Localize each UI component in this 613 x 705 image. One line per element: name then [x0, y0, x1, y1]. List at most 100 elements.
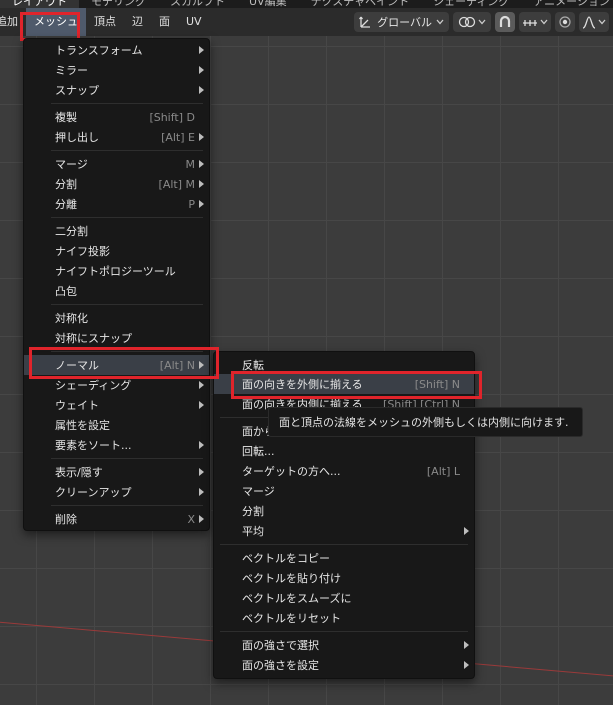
menu-item-copy-vector[interactable]: ベクトルをコピー — [214, 548, 474, 568]
menu-item-transform[interactable]: トランスフォーム — [24, 40, 209, 60]
menu-item-label: マージ — [55, 158, 88, 171]
submenu-arrow-icon — [199, 488, 204, 496]
menu-item-convex-hull[interactable]: 凸包 — [24, 281, 209, 301]
menu-item-label: 分割 — [55, 178, 77, 191]
chevron-down-icon — [540, 19, 548, 25]
menu-mesh[interactable]: メッシュ — [26, 8, 86, 36]
menu-item-symmetrize[interactable]: 対称化 — [24, 308, 209, 328]
menu-item-clean-up[interactable]: クリーンアップ — [24, 482, 209, 502]
tab-animation[interactable]: アニメーション — [521, 0, 613, 8]
menu-item-label: ナイフ投影 — [55, 245, 110, 258]
menu-item-rotate[interactable]: 回転... — [214, 441, 474, 461]
submenu-arrow-icon — [199, 200, 204, 208]
submenu-arrow-icon — [199, 381, 204, 389]
menu-item-reset-vector[interactable]: ベクトルをリセット — [214, 608, 474, 628]
menu-item-label: ベクトルを貼り付け — [242, 572, 341, 585]
menu-item-label: 属性を設定 — [55, 419, 110, 432]
menu-item-label: 分離 — [55, 198, 77, 211]
pivot-point-dropdown[interactable] — [453, 12, 491, 32]
menu-item-flip[interactable]: 反転 — [214, 355, 474, 375]
workspace-tabs: レイアウト モデリング スカルプト UV編集 テクスチャペイント シェーディング… — [0, 0, 613, 8]
proportional-editing-toggle[interactable] — [555, 12, 575, 32]
menu-item-label: 平均 — [242, 525, 264, 538]
menu-item-extrude[interactable]: 押し出し [Alt] E — [24, 127, 209, 147]
menu-item-separate[interactable]: 分離 P — [24, 194, 209, 214]
menu-item-delete[interactable]: 削除 X — [24, 509, 209, 529]
menu-item-shading[interactable]: シェーディング — [24, 375, 209, 395]
menu-item-knife-topology-tool[interactable]: ナイフトポロジーツール — [24, 261, 209, 281]
menu-add[interactable]: 追加 — [0, 8, 26, 36]
menu-item-normals-merge[interactable]: マージ — [214, 481, 474, 501]
tab-layout[interactable]: レイアウト — [0, 0, 79, 8]
tab-sculpt[interactable]: スカルプト — [158, 0, 237, 8]
menu-item-label: マージ — [242, 485, 275, 498]
menu-item-average[interactable]: 平均 — [214, 521, 474, 541]
submenu-arrow-icon — [199, 66, 204, 74]
menu-item-label: 複製 — [55, 111, 77, 124]
tab-shading[interactable]: シェーディング — [421, 0, 521, 8]
menu-item-shortcut: X — [187, 512, 195, 526]
menu-item-sort-elements[interactable]: 要素をソート... — [24, 435, 209, 455]
magnet-icon — [498, 15, 512, 29]
menu-separator — [51, 351, 203, 352]
menu-item-set-face-strength[interactable]: 面の強さを設定 — [214, 655, 474, 675]
tab-uv-editing[interactable]: UV編集 — [237, 0, 299, 8]
menu-item-shortcut: [Alt] M — [158, 177, 195, 191]
menu-uv[interactable]: UV — [178, 8, 210, 36]
menu-separator — [51, 458, 203, 459]
menu-item-duplicate[interactable]: 複製 [Shift] D — [24, 107, 209, 127]
menu-item-snap-to-symmetry[interactable]: 対称にスナップ — [24, 328, 209, 348]
menu-item-label: 面の向きを外側に揃える — [242, 378, 363, 391]
menu-item-normals-split[interactable]: 分割 — [214, 501, 474, 521]
menu-item-smooth-vector[interactable]: ベクトルをスムーズに — [214, 588, 474, 608]
menu-item-label: 凸包 — [55, 285, 77, 298]
snap-toggle[interactable] — [495, 12, 515, 32]
menu-item-shortcut: [Shift] N — [414, 377, 460, 391]
tab-modeling[interactable]: モデリング — [79, 0, 158, 8]
submenu-arrow-icon — [199, 46, 204, 54]
menu-item-label: 押し出し — [55, 131, 99, 144]
tab-texture-paint[interactable]: テクスチャペイント — [299, 0, 422, 8]
menu-item-bisect[interactable]: 二分割 — [24, 221, 209, 241]
menu-item-label: 対称化 — [55, 312, 88, 325]
menu-item-show-hide[interactable]: 表示/隠す — [24, 462, 209, 482]
viewport-header: 追加 メッシュ 頂点 辺 面 UV グローバル — [0, 8, 613, 36]
menu-face[interactable]: 面 — [151, 8, 178, 36]
menu-item-paste-vector[interactable]: ベクトルを貼り付け — [214, 568, 474, 588]
menu-item-point-to-target[interactable]: ターゲットの方へ... [Alt] L — [214, 461, 474, 481]
menu-item-knife-project[interactable]: ナイフ投影 — [24, 241, 209, 261]
menu-item-label: 面の強さを設定 — [242, 659, 319, 672]
transform-orientation-dropdown[interactable]: グローバル — [354, 12, 449, 32]
menu-separator — [51, 304, 203, 305]
chevron-down-icon — [598, 19, 606, 25]
menu-item-split[interactable]: 分割 [Alt] M — [24, 174, 209, 194]
snap-target-dropdown[interactable] — [519, 12, 551, 32]
menu-item-shortcut: [Alt] L — [426, 464, 460, 478]
menu-item-snap[interactable]: スナップ — [24, 80, 209, 100]
menu-edge[interactable]: 辺 — [124, 8, 151, 36]
menu-item-label: シェーディング — [55, 379, 132, 392]
submenu-arrow-icon — [464, 641, 469, 649]
menu-item-label: トランスフォーム — [55, 44, 143, 57]
menu-item-shortcut: [Alt] E — [161, 130, 195, 144]
submenu-arrow-icon — [199, 133, 204, 141]
menu-item-label: 二分割 — [55, 225, 88, 238]
menu-item-label: 回転... — [242, 445, 275, 458]
menu-vertex[interactable]: 頂点 — [86, 8, 124, 36]
menu-item-set-attribute[interactable]: 属性を設定 — [24, 415, 209, 435]
menu-item-select-by-face-strength[interactable]: 面の強さで選択 — [214, 635, 474, 655]
menu-item-normals[interactable]: ノーマル [Alt] N — [24, 355, 209, 375]
tooltip-text: 面と頂点の法線をメッシュの外側もしくは内側に向けます. — [279, 416, 569, 429]
falloff-dropdown[interactable] — [579, 12, 609, 32]
chevron-down-icon — [436, 19, 444, 25]
orientation-icon — [359, 15, 373, 29]
falloff-curve-icon — [582, 15, 596, 29]
submenu-arrow-icon — [199, 160, 204, 168]
menu-item-recalculate-outside[interactable]: 面の向きを外側に揃える [Shift] N — [214, 374, 474, 394]
menu-item-label: ウェイト — [55, 399, 99, 412]
menu-item-label: 要素をソート... — [55, 439, 132, 452]
menu-item-weights[interactable]: ウェイト — [24, 395, 209, 415]
menu-item-mirror[interactable]: ミラー — [24, 60, 209, 80]
menu-item-merge[interactable]: マージ M — [24, 154, 209, 174]
chevron-down-icon — [478, 19, 486, 25]
